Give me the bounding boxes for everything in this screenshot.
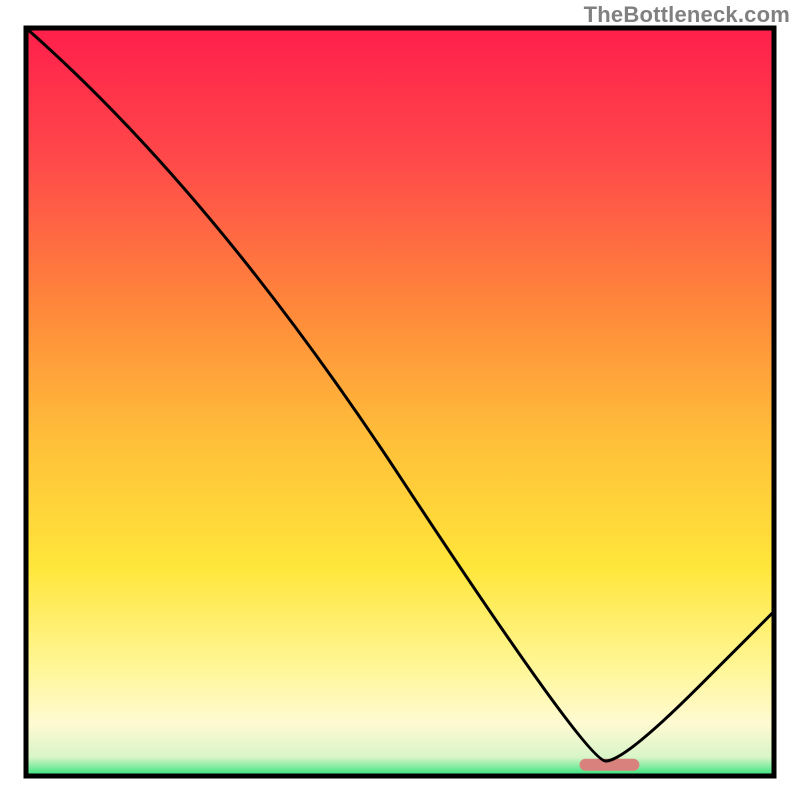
chart-stage: TheBottleneck.com <box>0 0 800 800</box>
watermark-text: TheBottleneck.com <box>584 2 790 28</box>
bottleneck-chart <box>0 0 800 800</box>
plot-background <box>26 28 774 776</box>
